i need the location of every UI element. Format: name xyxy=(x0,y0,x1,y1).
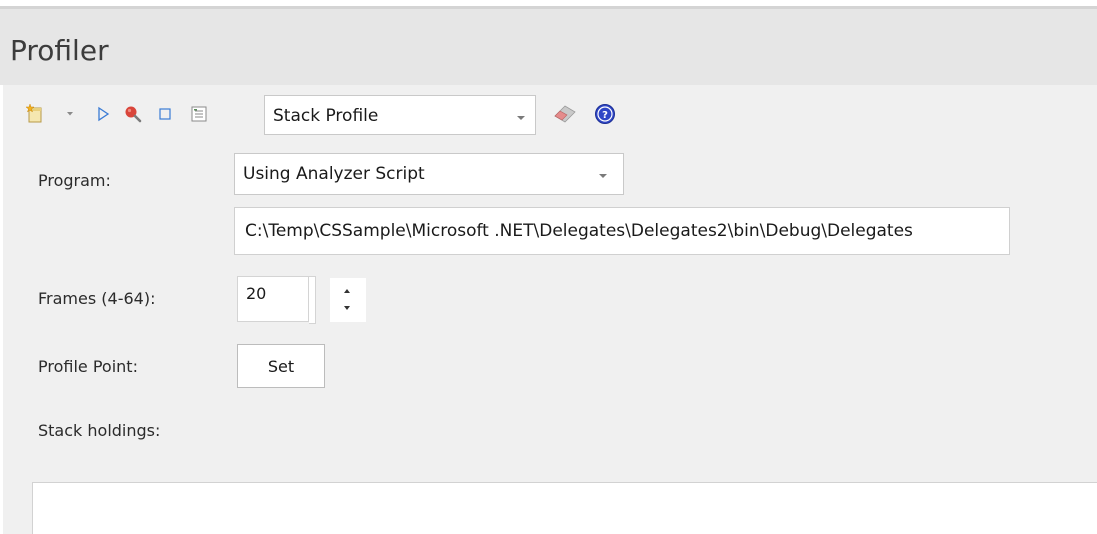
profile-mode-select[interactable]: Stack Profile xyxy=(264,95,536,135)
program-select-value: Using Analyzer Script xyxy=(243,164,425,184)
report-icon xyxy=(190,105,208,123)
stop-button[interactable] xyxy=(154,92,176,136)
set-profile-point-button[interactable]: Set xyxy=(237,344,325,388)
svg-text:?: ? xyxy=(602,110,608,121)
spin-up-icon[interactable] xyxy=(344,289,350,293)
program-label: Program: xyxy=(38,171,111,190)
eraser-icon xyxy=(551,102,579,126)
frames-spinner[interactable] xyxy=(330,278,366,322)
new-icon xyxy=(25,104,45,124)
run-button[interactable] xyxy=(92,92,114,136)
left-edge xyxy=(0,9,3,534)
frames-label: Frames (4-64): xyxy=(38,289,156,308)
toolbar: Stack Profile ? xyxy=(0,92,1097,136)
profile-mode-value: Stack Profile xyxy=(273,106,379,126)
erase-button[interactable] xyxy=(550,92,580,136)
stack-holdings-panel[interactable] xyxy=(32,482,1097,534)
dropdown-arrow-icon xyxy=(66,111,74,117)
help-button[interactable]: ? xyxy=(592,92,618,136)
report-button[interactable] xyxy=(188,92,210,136)
profile-point-label: Profile Point: xyxy=(38,357,138,376)
top-border xyxy=(0,0,1097,9)
help-icon: ? xyxy=(594,103,616,125)
new-dropdown-button[interactable] xyxy=(62,92,78,136)
chevron-down-icon xyxy=(599,174,607,178)
stop-icon xyxy=(158,107,172,121)
search-button[interactable] xyxy=(122,92,144,136)
frames-input[interactable]: 20 xyxy=(237,276,316,324)
stack-holdings-label: Stack holdings: xyxy=(38,421,161,440)
program-path-input[interactable]: C:\Temp\CSSample\Microsoft .NET\Delegate… xyxy=(234,207,1010,255)
profiler-window: Profiler Stack Profile ? Program: Using … xyxy=(0,0,1097,534)
title-bar: Profiler xyxy=(0,9,1097,85)
page-title: Profiler xyxy=(10,34,109,67)
play-icon xyxy=(96,106,110,122)
chevron-down-icon xyxy=(517,116,525,120)
new-button[interactable] xyxy=(24,92,46,136)
program-select[interactable]: Using Analyzer Script xyxy=(234,153,624,195)
spin-down-icon[interactable] xyxy=(344,306,350,310)
search-icon xyxy=(123,104,143,124)
